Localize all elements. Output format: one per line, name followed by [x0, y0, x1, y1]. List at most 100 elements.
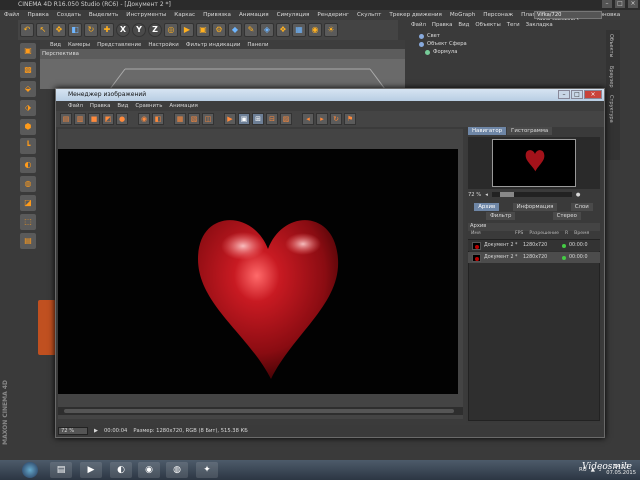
menu-item-2[interactable]: Создать — [53, 12, 85, 18]
add-icon[interactable]: ✚ — [100, 23, 114, 37]
im-menu-item-0[interactable]: Файл — [68, 101, 83, 111]
menu-item-10[interactable]: Скульпт — [353, 12, 385, 18]
cube-icon[interactable]: ◆ — [228, 23, 242, 37]
axis-y-icon[interactable]: Y — [132, 23, 146, 37]
image-manager-titlebar[interactable]: Менеджер изображений — [56, 89, 604, 101]
archive-row[interactable]: Документ 2 * 1280x720 00:00:0 — [468, 240, 600, 251]
tab-layers[interactable]: Слои — [570, 203, 593, 211]
close-icon[interactable]: × — [628, 0, 638, 8]
snapshot-icon[interactable]: ◉ — [138, 113, 150, 125]
chrome-icon[interactable]: ◉ — [138, 462, 160, 478]
render-active-icon[interactable]: ● — [116, 113, 128, 125]
menu-item-1[interactable]: Правка — [23, 12, 52, 18]
objects-menu-item-3[interactable]: Объекты — [475, 22, 500, 31]
menu-item-6[interactable]: Привязка — [199, 12, 235, 18]
viewport-menu-item-2[interactable]: Представление — [97, 42, 141, 48]
deformer-icon[interactable]: ❖ — [276, 23, 290, 37]
axis-icon[interactable]: ┗ — [20, 138, 36, 154]
objects-menu-item-5[interactable]: Закладка — [526, 22, 553, 31]
stop-icon[interactable]: ■ — [88, 113, 100, 125]
viewport-menu-item-1[interactable]: Камеры — [68, 42, 90, 48]
im-menu-item-4[interactable]: Анимация — [169, 101, 198, 111]
menu-item-12[interactable]: MoGraph — [446, 12, 479, 18]
axis-x-icon[interactable]: X — [116, 23, 130, 37]
camera-icon[interactable]: ◉ — [308, 23, 322, 37]
objects-menu-item-2[interactable]: Вид — [458, 22, 469, 31]
view-a-icon[interactable]: ▦ — [174, 113, 186, 125]
menu-item-11[interactable]: Трекер движения — [385, 12, 446, 18]
polygons-icon[interactable]: ⬢ — [20, 119, 36, 135]
cinema4d-icon[interactable]: ◍ — [166, 462, 188, 478]
navigator-view[interactable] — [468, 137, 600, 189]
layout-select[interactable]: Vifka/720 (пользователь) — [534, 11, 602, 24]
im-minimize-icon[interactable]: – — [558, 90, 570, 99]
texture-icon[interactable]: ▩ — [20, 62, 36, 78]
coord-system-icon[interactable]: ◎ — [164, 23, 178, 37]
objects-menu-item-1[interactable]: Правка — [432, 22, 453, 31]
objects-menu-item-4[interactable]: Теги — [507, 22, 520, 31]
tab-navigator[interactable]: Навигатор — [468, 127, 507, 135]
loop-icon[interactable]: ↻ — [330, 113, 342, 125]
move-icon[interactable]: ✥ — [52, 23, 66, 37]
tweak-icon[interactable]: ◐ — [20, 157, 36, 173]
zoom-slider-handle[interactable] — [499, 192, 514, 197]
im-maximize-icon[interactable]: □ — [571, 90, 583, 99]
render-region-icon[interactable]: ◩ — [102, 113, 114, 125]
select-icon[interactable]: ↖ — [36, 23, 50, 37]
next-frame-icon[interactable]: ▸ — [316, 113, 328, 125]
prev-frame-icon[interactable]: ◂ — [302, 113, 314, 125]
zoom-icon[interactable]: ⊞ — [252, 113, 264, 125]
pen-icon[interactable]: ✎ — [244, 23, 258, 37]
object-row-formula[interactable]: Формула — [405, 48, 605, 56]
side-tab-objects[interactable]: Объекты — [606, 30, 616, 62]
tab-information[interactable]: Информация — [512, 203, 558, 211]
app-icon[interactable]: ✦ — [196, 462, 218, 478]
save-icon[interactable]: ▥ — [74, 113, 86, 125]
menu-item-9[interactable]: Рендеринг — [313, 12, 353, 18]
zoom-in-icon[interactable]: ● — [576, 192, 581, 198]
menu-item-0[interactable]: Файл — [0, 12, 23, 18]
zoom-field[interactable]: 72 % — [58, 427, 88, 435]
points-icon[interactable]: ⬙ — [20, 81, 36, 97]
side-tab-browser[interactable]: Браузер — [606, 62, 616, 92]
axis-z-icon[interactable]: Z — [148, 23, 162, 37]
menu-item-13[interactable]: Персонаж — [479, 12, 517, 18]
explorer-icon[interactable]: ▤ — [50, 462, 72, 478]
menu-item-7[interactable]: Анимация — [235, 12, 273, 18]
workplane-icon[interactable]: ◪ — [20, 195, 36, 211]
scroll-thumb[interactable] — [64, 409, 454, 413]
view-b-icon[interactable]: ▧ — [188, 113, 200, 125]
objects-menu-item-0[interactable]: Файл — [411, 22, 426, 31]
menu-item-3[interactable]: Выделить — [85, 12, 122, 18]
viewport[interactable] — [40, 59, 405, 90]
tab-histogram[interactable]: Гистограмма — [507, 127, 553, 135]
viewport-menu-item-5[interactable]: Панели — [247, 42, 268, 48]
snap-icon[interactable]: ◍ — [20, 176, 36, 192]
scale-icon[interactable]: ◧ — [68, 23, 82, 37]
viewport-menu-item-3[interactable]: Настройки — [148, 42, 178, 48]
zoom-slider[interactable] — [491, 192, 572, 197]
render-view-icon[interactable]: ▶ — [180, 23, 194, 37]
marker-icon[interactable]: ⚑ — [344, 113, 356, 125]
menu-item-4[interactable]: Инструменты — [122, 12, 170, 18]
side-tab-structure[interactable]: Структура — [606, 91, 616, 127]
light-icon[interactable]: ☀ — [324, 23, 338, 37]
undo-icon[interactable]: ↶ — [20, 23, 34, 37]
tab-filter[interactable]: Фильтр — [486, 212, 516, 220]
maximize-icon[interactable]: □ — [615, 0, 625, 8]
player-icon[interactable]: ▶ — [80, 462, 102, 478]
render-settings-icon[interactable]: ⚙ — [212, 23, 226, 37]
image-canvas-area[interactable] — [58, 129, 463, 419]
start-button[interactable] — [22, 462, 38, 478]
edges-icon[interactable]: ⬗ — [20, 100, 36, 116]
play-icon[interactable]: ▶ — [224, 113, 236, 125]
media-icon[interactable]: ◐ — [110, 462, 132, 478]
open-icon[interactable]: ▤ — [60, 113, 72, 125]
histogram-icon[interactable]: ▨ — [280, 113, 292, 125]
grid-icon[interactable]: ▤ — [20, 233, 36, 249]
im-close-icon[interactable]: × — [584, 90, 602, 99]
im-menu-item-2[interactable]: Вид — [117, 101, 128, 111]
object-row-light[interactable]: Свет — [405, 32, 605, 40]
viewport-menu-item-0[interactable]: Вид — [50, 42, 61, 48]
archive-row[interactable]: Документ 2 * 1280x720 00:00:0 — [468, 252, 600, 263]
